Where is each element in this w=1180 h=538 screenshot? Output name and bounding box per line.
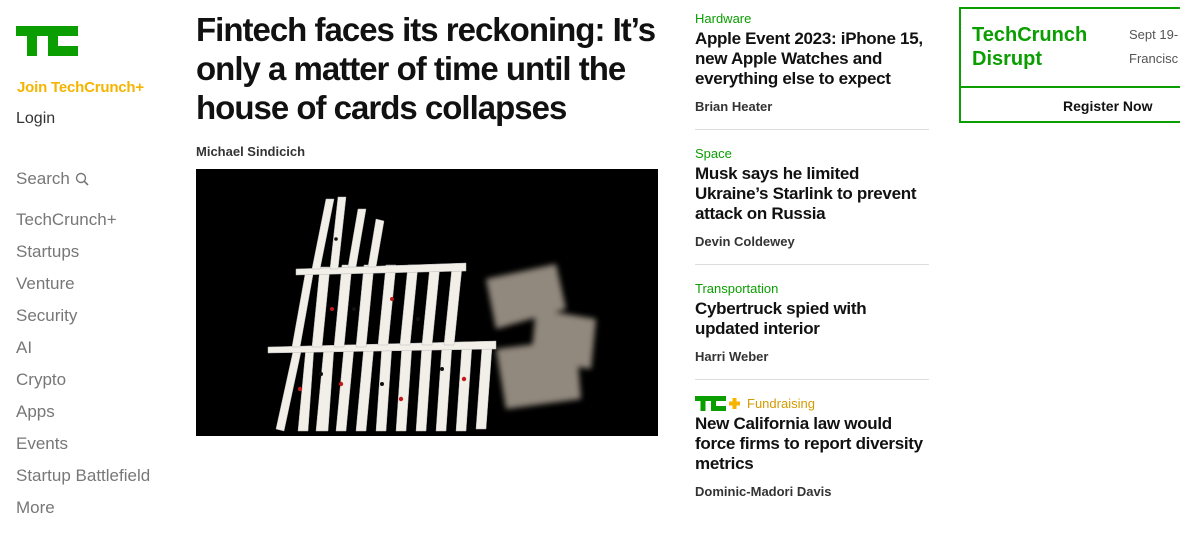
story-card: Transportation Cybertruck spied with upd…: [695, 281, 929, 380]
login-link[interactable]: Login: [16, 110, 55, 128]
story-title[interactable]: Apple Event 2023: iPhone 15, new Apple W…: [695, 29, 929, 89]
story-title[interactable]: New California law would force firms to …: [695, 414, 929, 474]
story-category[interactable]: Hardware: [695, 11, 929, 26]
story-title[interactable]: Musk says he limited Ukraine’s Starlink …: [695, 164, 929, 224]
story-author[interactable]: Harri Weber: [695, 349, 929, 364]
ad-title: TechCrunch Disrupt: [972, 23, 1087, 71]
sidebar-item-events[interactable]: Events: [16, 432, 150, 464]
story-category[interactable]: Fundraising: [747, 396, 815, 411]
story-author[interactable]: Devin Coldewey: [695, 234, 929, 249]
sidebar-item-security[interactable]: Security: [16, 304, 150, 336]
ad-date-line2: Francisc: [1129, 51, 1179, 66]
search-icon: [75, 172, 89, 186]
tc-logo-icon[interactable]: [16, 26, 78, 56]
sidebar-item-techcrunch-plus[interactable]: TechCrunch+: [16, 208, 150, 240]
story-category[interactable]: Transportation: [695, 281, 929, 296]
sidebar-item-apps[interactable]: Apps: [16, 400, 150, 432]
disrupt-event-ad[interactable]: TechCrunch Disrupt Sept 19- Francisc Reg…: [959, 7, 1180, 123]
sidebar-item-crypto[interactable]: Crypto: [16, 368, 150, 400]
sidebar-item-ai[interactable]: AI: [16, 336, 150, 368]
sidebar-item-more[interactable]: More: [16, 496, 150, 528]
ad-date-line1: Sept 19-: [1129, 27, 1179, 42]
search-button[interactable]: Search: [16, 169, 89, 189]
article-author[interactable]: Michael Sindicich: [196, 144, 305, 159]
tc-plus-icon: [695, 396, 740, 411]
sidebar-item-startup-battlefield[interactable]: Startup Battlefield: [16, 464, 150, 496]
ad-title-line1: TechCrunch: [972, 24, 1088, 46]
article-hero-image[interactable]: [196, 169, 658, 436]
story-author[interactable]: Brian Heater: [695, 99, 929, 114]
sidebar: Join TechCrunch+ Login Search TechCrunch…: [16, 0, 186, 538]
story-divider: [695, 379, 929, 380]
sidebar-nav: TechCrunch+ Startups Venture Security AI…: [16, 208, 150, 528]
sidebar-item-startups[interactable]: Startups: [16, 240, 150, 272]
join-techcrunch-plus-link[interactable]: Join TechCrunch+: [17, 79, 144, 96]
article-headline[interactable]: Fintech faces its reckoning: It’s only a…: [196, 10, 666, 127]
story-title[interactable]: Cybertruck spied with updated interior: [695, 299, 929, 339]
search-label: Search: [16, 169, 70, 188]
sidebar-item-venture[interactable]: Venture: [16, 272, 150, 304]
register-now-button[interactable]: Register Now: [961, 88, 1180, 123]
story-category[interactable]: Space: [695, 146, 929, 161]
ad-title-line2: Disrupt: [972, 48, 1042, 70]
story-card: Hardware Apple Event 2023: iPhone 15, ne…: [695, 11, 929, 130]
story-divider: [695, 129, 929, 130]
story-card: Fundraising New California law would for…: [695, 396, 929, 499]
story-author[interactable]: Dominic-Madori Davis: [695, 484, 929, 499]
story-card: Space Musk says he limited Ukraine’s Sta…: [695, 146, 929, 265]
story-category-row: Fundraising: [695, 396, 929, 411]
ad-date: Sept 19- Francisc: [1129, 23, 1178, 71]
house-of-cards-image: [196, 169, 658, 436]
story-divider: [695, 264, 929, 265]
